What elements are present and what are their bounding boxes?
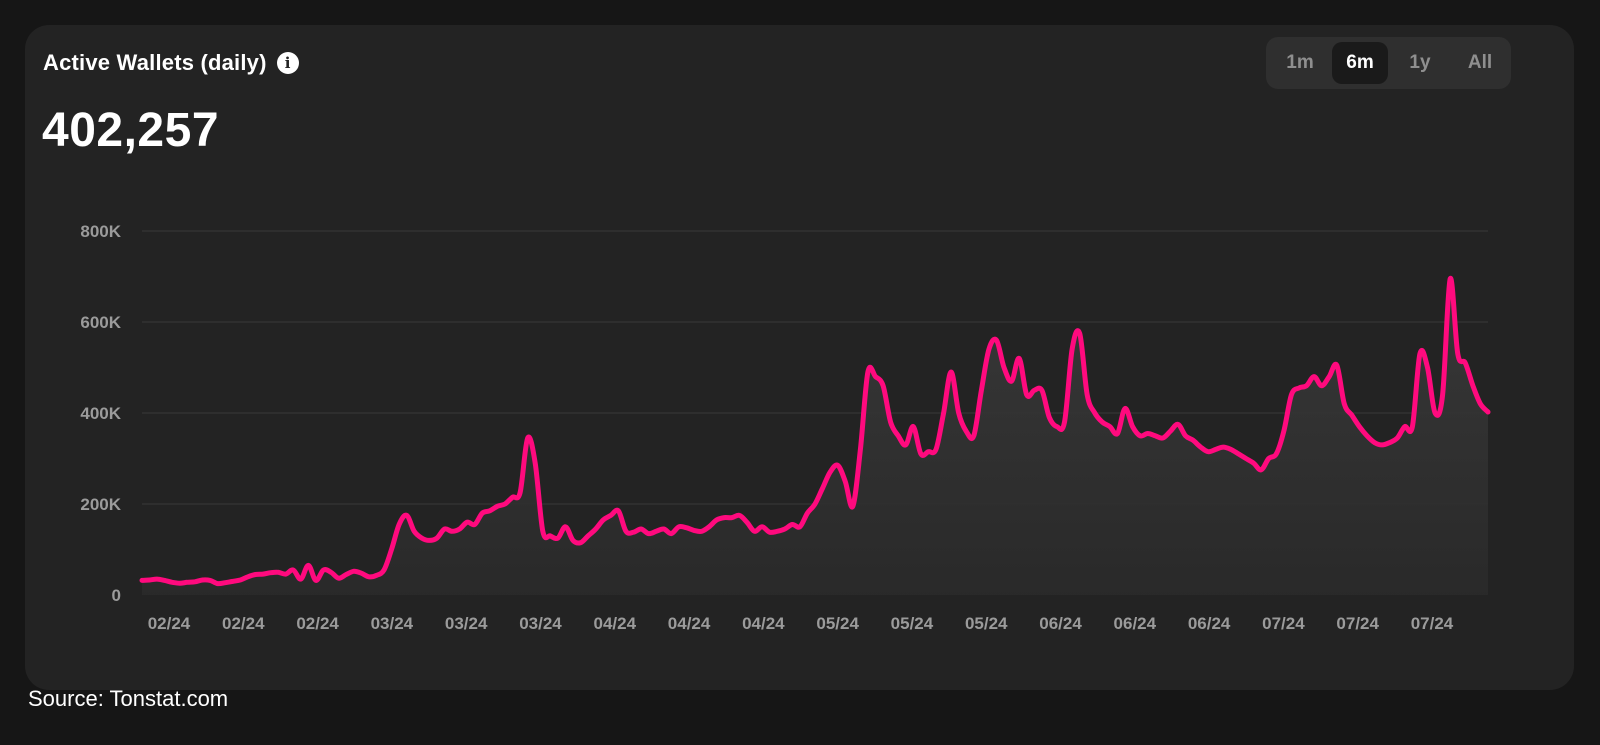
x-tick-label: 02/24	[148, 614, 191, 633]
x-tick-label: 05/24	[816, 614, 859, 633]
y-tick-label: 200K	[80, 495, 121, 514]
x-tick-label: 05/24	[891, 614, 934, 633]
x-tick-label: 04/24	[593, 614, 636, 633]
x-tick-label: 04/24	[668, 614, 711, 633]
y-tick-label: 400K	[80, 404, 121, 423]
x-tick-label: 06/24	[1039, 614, 1082, 633]
x-tick-label: 03/24	[519, 614, 562, 633]
x-tick-label: 07/24	[1336, 614, 1379, 633]
x-tick-label: 03/24	[371, 614, 414, 633]
source-note: Source: Tonstat.com	[28, 686, 229, 711]
x-tick-label: 07/24	[1411, 614, 1454, 633]
series-area	[142, 278, 1488, 595]
x-tick-label: 03/24	[445, 614, 488, 633]
y-tick-label: 800K	[80, 222, 121, 241]
x-tick-label: 06/24	[1114, 614, 1157, 633]
x-tick-label: 06/24	[1188, 614, 1231, 633]
active-wallets-chart: 0 200K 400K 600K 800K 02/24 02/24 02/24 03/24 03…	[80, 222, 1491, 633]
x-tick-label: 07/24	[1262, 614, 1305, 633]
x-tick-label: 05/24	[965, 614, 1008, 633]
y-tick-label: 600K	[80, 313, 121, 332]
x-tick-label: 02/24	[296, 614, 339, 633]
x-tick-label: 04/24	[742, 614, 785, 633]
y-tick-label: 0	[112, 586, 121, 605]
x-tick-label: 02/24	[222, 614, 265, 633]
